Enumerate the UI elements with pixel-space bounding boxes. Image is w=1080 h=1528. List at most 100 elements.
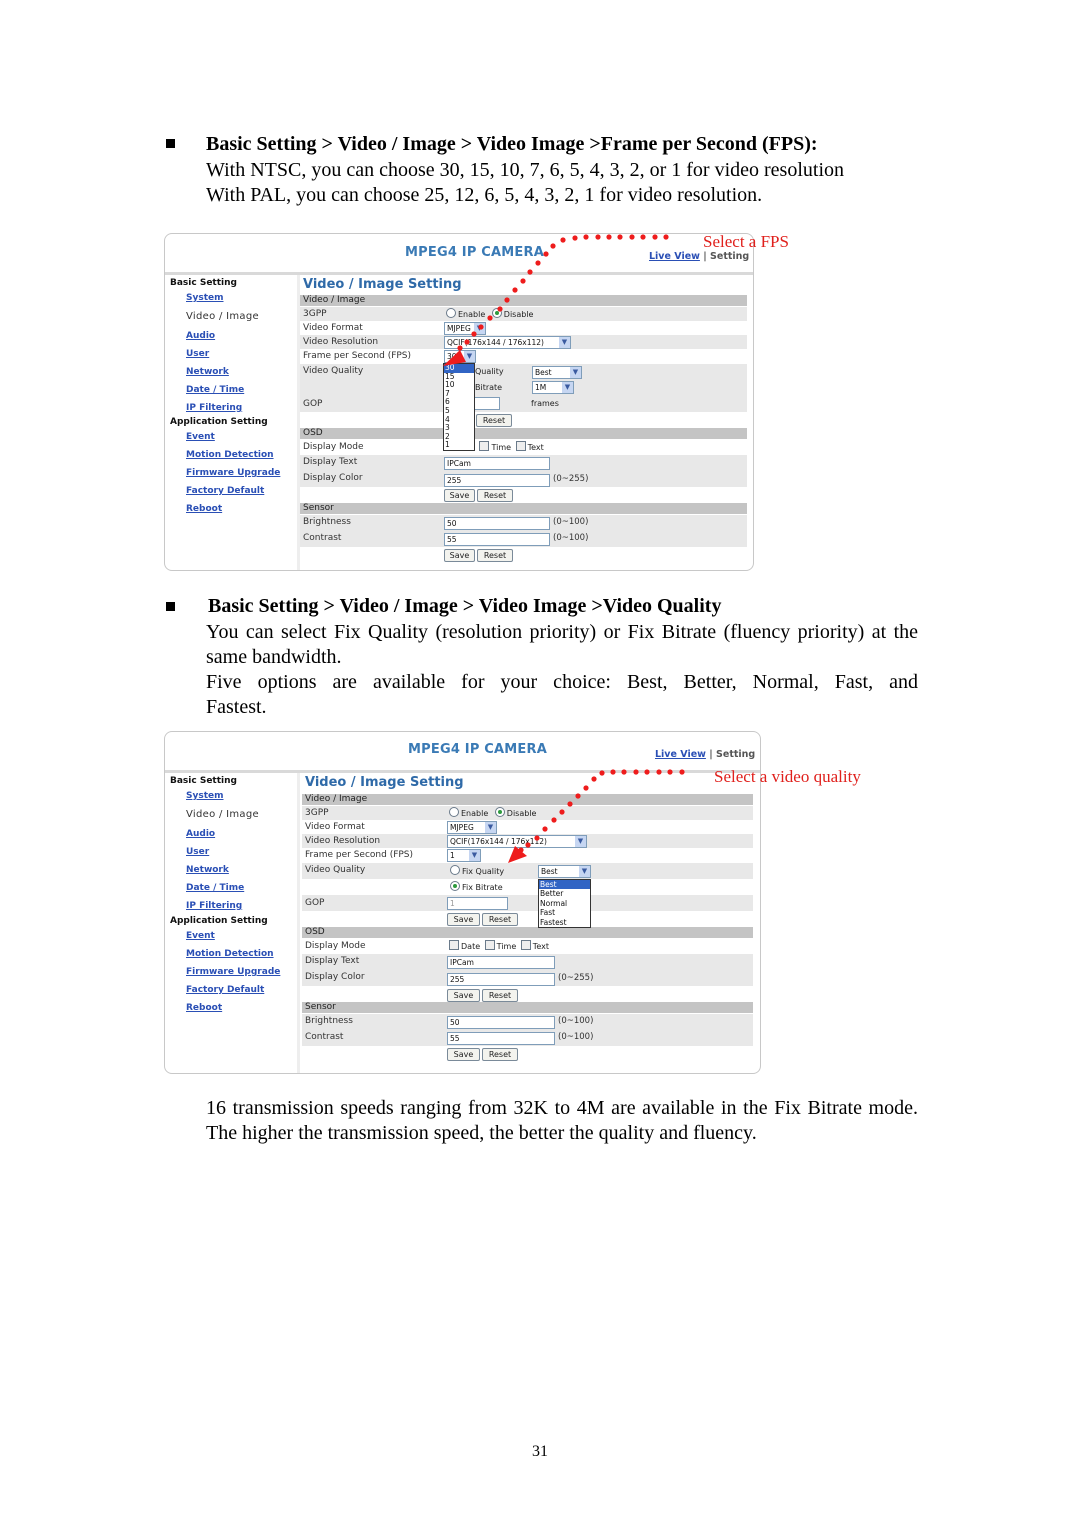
sensor-save-button[interactable]: Save [444,549,475,562]
brightness-input[interactable]: 50 [444,517,550,530]
video-resolution-select[interactable]: QCIF(176x144 / 176x112) ▼ [447,835,587,848]
sidebar: Basic Setting System Video / Image Audio… [165,773,300,1073]
sidebar-item-motion-detection[interactable]: Motion Detection [186,949,274,959]
fix-bitrate-radio[interactable] [450,881,460,891]
sidebar-item-reboot[interactable]: Reboot [186,1003,222,1013]
display-color-input[interactable]: 255 [444,474,550,487]
sidebar-item-user[interactable]: User [186,349,209,359]
fps-pal-text: With PAL, you can choose 25, 12, 6, 5, 4… [206,184,763,206]
enable-label: Enable [461,809,489,818]
sidebar-item-firmware-upgrade[interactable]: Firmware Upgrade [186,468,280,478]
date-checkbox[interactable] [449,940,459,950]
row-gop: GOP [300,396,747,412]
fix-bitrate-label: Fix Bitrate [462,883,503,892]
video-resolution-value: QCIF(176x144 / 176x112) [450,837,547,846]
display-color-input[interactable]: 255 [447,973,555,986]
quality-option[interactable]: Fast [539,908,590,917]
sidebar-item-factory-default[interactable]: Factory Default [186,486,264,496]
quality-option[interactable]: Fastest [539,918,590,927]
section-osd: OSD [302,927,753,938]
osd-save-button[interactable]: Save [444,489,475,502]
enable-radio[interactable] [449,807,459,817]
sensor-reset-button[interactable]: Reset [477,549,513,562]
sidebar-item-user[interactable]: User [186,847,209,857]
nav-separator: | [709,749,713,760]
video-format-value: MJPEG [450,823,474,832]
fps-ntsc-text: With NTSC, you can choose 30, 15, 10, 7,… [206,159,845,181]
live-view-link[interactable]: Live View [655,749,706,760]
contrast-input[interactable]: 55 [444,533,550,546]
video-format-select[interactable]: MJPEG ▼ [444,322,486,335]
osd-reset-button[interactable]: Reset [477,489,513,502]
settings-panel: Video / Image Setting Video / Image 3GPP… [300,275,747,570]
sidebar-item-audio[interactable]: Audio [186,829,215,839]
sidebar-item-date-time[interactable]: Date / Time [186,883,244,893]
row-video-quality-2 [300,380,747,396]
fps-dropdown-list[interactable]: 30 15 10 7 6 5 4 3 2 1 [443,363,475,451]
sidebar-item-event[interactable]: Event [186,931,215,941]
quality-option[interactable]: Best [539,880,590,890]
video-reset-button[interactable]: Reset [476,414,512,427]
sidebar-item-system[interactable]: System [186,293,224,303]
section-video-image: Video / Image [300,295,747,306]
gop-input[interactable]: 1 [447,897,508,910]
camera-header: MPEG4 IP CAMERA Live View | Setting [165,234,753,275]
text-checkbox[interactable] [520,940,531,950]
sidebar-item-ip-filtering[interactable]: IP Filtering [186,901,242,911]
time-checkbox[interactable] [479,441,490,451]
sidebar-item-network[interactable]: Network [186,367,229,377]
fix-quality-partial-label: Quality [475,367,504,376]
contrast-input[interactable]: 55 [447,1032,555,1045]
video-reset-button[interactable]: Reset [482,913,518,926]
sensor-reset-button[interactable]: Reset [482,1048,518,1061]
sidebar-item-firmware-upgrade[interactable]: Firmware Upgrade [186,967,280,977]
disable-radio[interactable] [494,807,505,817]
video-format-select[interactable]: MJPEG ▼ [447,821,497,834]
fps-select[interactable]: 30 ▼ [444,350,476,363]
quality-dropdown-list[interactable]: Best Better Normal Fast Fastest [538,879,591,929]
quality-option[interactable]: Normal [539,899,590,908]
camera-brand: MPEG4 IP CAMERA [408,742,547,757]
sensor-save-button[interactable]: Save [447,1048,480,1061]
time-checkbox[interactable] [484,940,495,950]
sidebar-item-video-image[interactable]: Video / Image [186,809,259,820]
osd-reset-button[interactable]: Reset [482,989,518,1002]
quality-level-select[interactable]: Best ▼ [538,865,591,878]
sidebar-item-audio[interactable]: Audio [186,331,215,341]
display-text-input[interactable]: IPCam [447,956,555,969]
sidebar-item-motion-detection[interactable]: Motion Detection [186,450,274,460]
sidebar-item-event[interactable]: Event [186,432,215,442]
video-save-button[interactable]: Save [447,913,480,926]
brightness-input[interactable]: 50 [447,1016,555,1029]
bitrate-value: 1M [535,383,547,392]
chevron-down-icon: ▼ [474,323,485,334]
fps-option[interactable]: 1 [444,441,474,450]
fix-quality-radio[interactable] [450,865,460,875]
bitrate-select[interactable]: 1M ▼ [532,381,574,394]
sidebar-item-reboot[interactable]: Reboot [186,504,222,514]
live-view-link[interactable]: Live View [649,251,700,262]
sidebar-item-network[interactable]: Network [186,865,229,875]
quality-option[interactable]: Better [539,889,590,898]
sidebar-item-ip-filtering[interactable]: IP Filtering [186,403,242,413]
disable-label: Disable [506,809,537,818]
sidebar-item-video-image[interactable]: Video / Image [186,311,259,322]
disable-radio[interactable] [491,308,502,318]
enable-radio[interactable] [446,308,456,318]
display-text-input[interactable]: IPCam [444,457,550,470]
quality-level-select[interactable]: Best ▼ [532,366,582,379]
osd-save-button[interactable]: Save [447,989,480,1002]
sidebar-item-factory-default[interactable]: Factory Default [186,985,264,995]
row-video-format: Video Format [305,822,365,832]
fps-value: 1 [450,851,455,860]
row-fps: Frame per Second (FPS) [305,850,414,860]
camera-header: MPEG4 IP CAMERA Live View | Setting [165,732,760,773]
video-resolution-select[interactable]: QCIF(176x144 / 176x112) ▼ [444,336,571,349]
fps-select[interactable]: 1 ▼ [447,849,481,862]
setting-link[interactable]: Setting [716,749,755,760]
sidebar-item-date-time[interactable]: Date / Time [186,385,244,395]
text-checkbox[interactable] [515,441,526,451]
page-title: Video / Image Setting [303,277,462,292]
sidebar-item-system[interactable]: System [186,791,224,801]
setting-link[interactable]: Setting [710,251,749,262]
